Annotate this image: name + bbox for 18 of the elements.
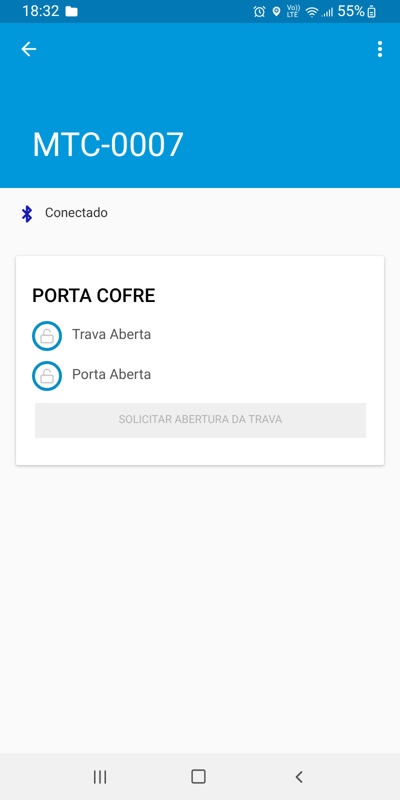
more-icon	[378, 41, 382, 57]
card-title: PORTA COFRE	[32, 283, 156, 309]
lock-icon	[32, 360, 62, 390]
wifi-icon	[305, 4, 320, 18]
signal-icon	[321, 6, 334, 18]
clock: 18:32	[22, 1, 60, 22]
lock-icon	[32, 320, 62, 350]
home-icon[interactable]	[190, 768, 208, 785]
battery-percent: 55%	[337, 1, 365, 22]
folder-icon	[65, 5, 78, 18]
more-options-button[interactable]	[376, 39, 384, 59]
page-title: MTC-0007	[32, 124, 184, 167]
battery-icon	[365, 5, 378, 18]
connection-status: Conectado	[45, 205, 108, 224]
status-label: Porta Aberta	[72, 366, 152, 385]
alarm-icon	[252, 5, 266, 18]
location-icon	[270, 5, 283, 18]
status-label: Trava Aberta	[72, 326, 152, 345]
